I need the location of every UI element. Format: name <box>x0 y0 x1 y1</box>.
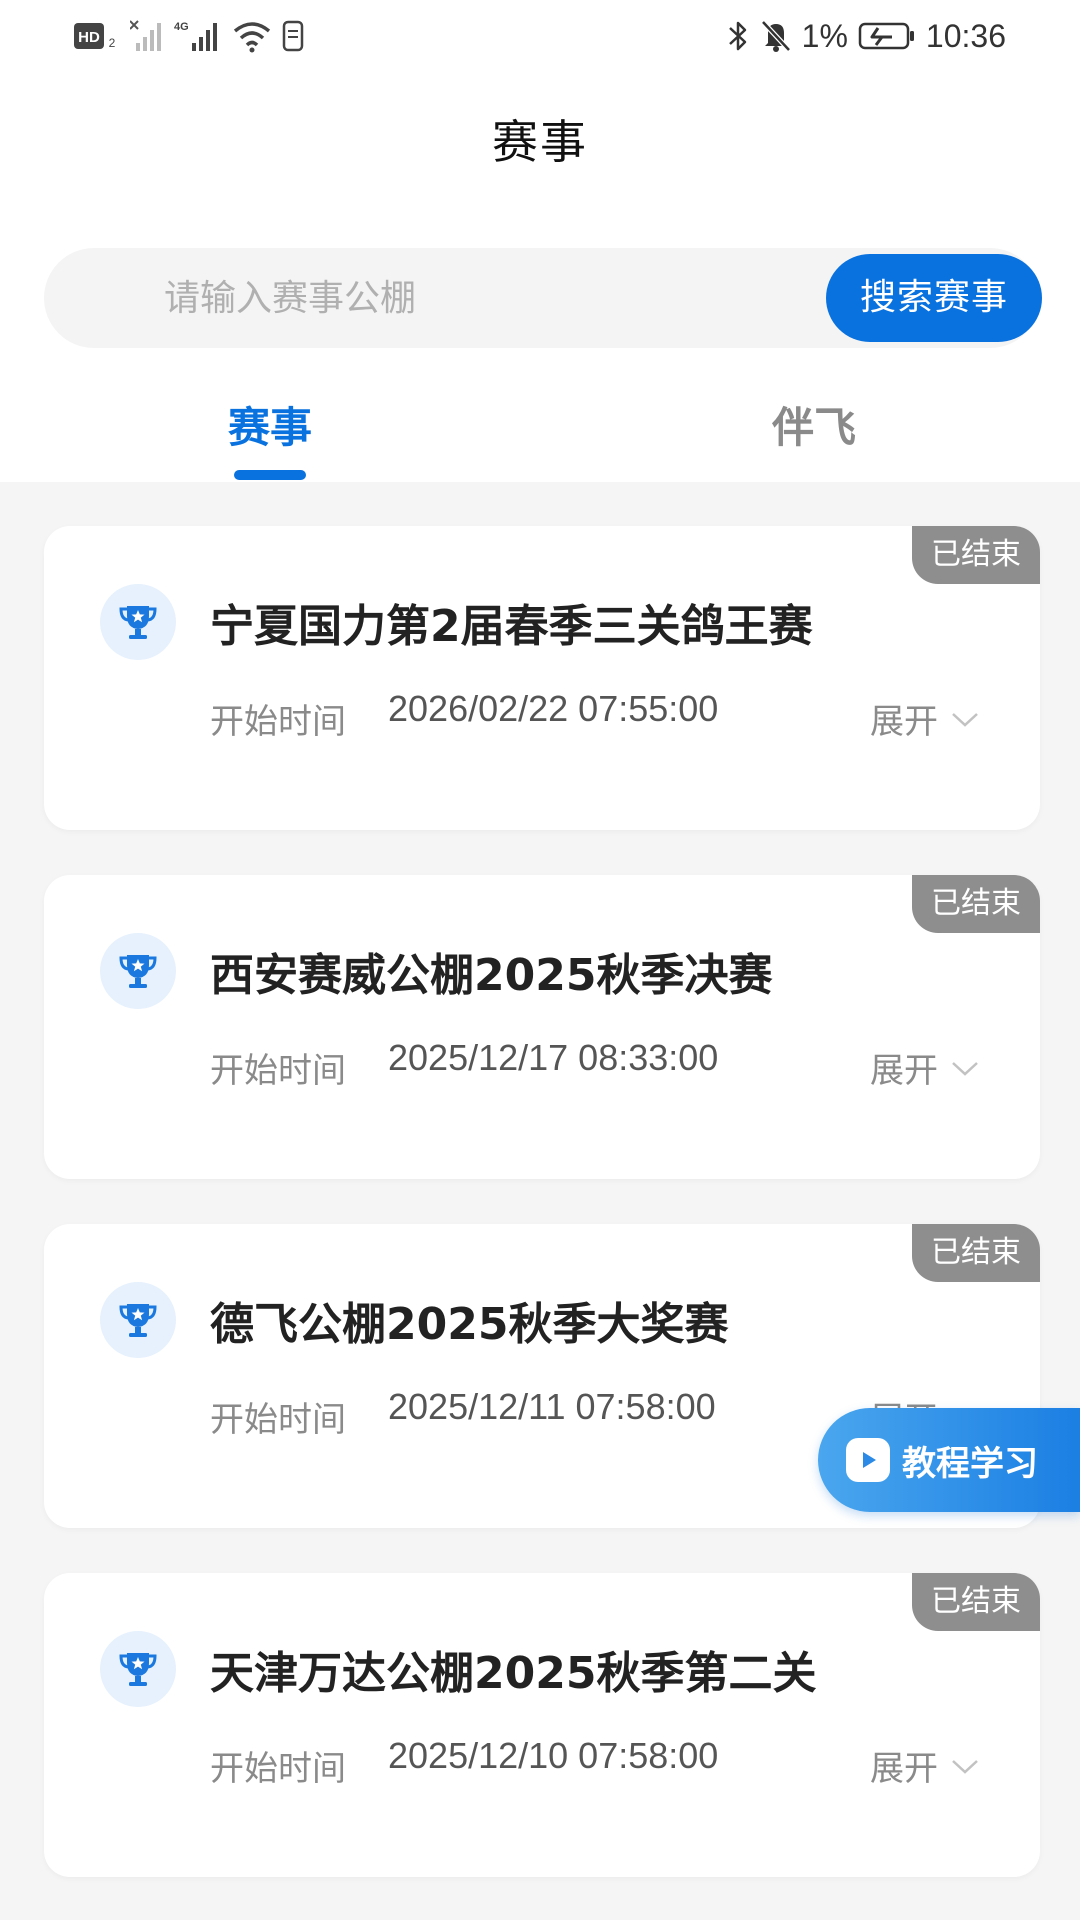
active-tab-indicator <box>234 470 306 480</box>
chevron-down-icon <box>952 1759 978 1774</box>
tutorial-label: 教程学习 <box>902 1443 1038 1484</box>
hd-icon: HD 2 <box>74 21 120 51</box>
race-title: 德飞公棚2025秋季大奖赛 <box>210 1299 729 1350</box>
start-time-value: 2025/12/11 07:58:00 <box>388 1386 716 1427</box>
search-button[interactable]: 搜索赛事 <box>826 254 1042 342</box>
status-bar: HD 2 4G 1% 10:36 <box>0 0 1080 72</box>
tab-events[interactable]: 赛事 <box>120 394 420 455</box>
race-title: 西安赛威公棚2025秋季决赛 <box>210 950 773 1001</box>
tutorial-button[interactable]: 教程学习 <box>818 1408 1080 1512</box>
expand-toggle[interactable]: 展开 <box>870 1741 980 1790</box>
race-title: 天津万达公棚2025秋季第二关 <box>210 1648 817 1699</box>
status-bar-right: 1% 10:36 <box>726 14 1006 58</box>
clock: 10:36 <box>925 17 1006 54</box>
wifi-icon <box>232 19 272 53</box>
bluetooth-icon <box>726 19 750 53</box>
tab-bar: 赛事 伴飞 <box>0 370 1080 482</box>
app-header: 赛事 <box>0 72 1080 200</box>
start-time-label: 开始时间 <box>210 1051 346 1091</box>
hd-label: HD <box>78 29 100 46</box>
trophy-icon <box>100 933 176 1009</box>
play-icon <box>846 1438 890 1482</box>
expand-toggle[interactable]: 展开 <box>870 694 980 743</box>
trophy-icon <box>100 1282 176 1358</box>
expand-toggle[interactable]: 展开 <box>870 1043 980 1092</box>
start-time-label: 开始时间 <box>210 1400 346 1440</box>
chevron-down-icon <box>952 1061 978 1076</box>
chevron-down-icon <box>952 712 978 727</box>
network-label: 4G <box>174 21 189 33</box>
status-badge: 已结束 <box>912 526 1040 584</box>
race-card[interactable]: 已结束 西安赛威公棚2025秋季决赛 开始时间 2025/12/17 08:33… <box>44 875 1040 1179</box>
race-card[interactable]: 已结束 天津万达公棚2025秋季第二关 开始时间 2025/12/10 07:5… <box>44 1573 1040 1877</box>
battery-percent: 1% <box>801 17 848 54</box>
start-time-value: 2025/12/17 08:33:00 <box>388 1037 719 1078</box>
status-badge: 已结束 <box>912 875 1040 933</box>
trophy-icon <box>100 584 176 660</box>
race-card[interactable]: 已结束 宁夏国力第2届春季三关鸽王赛 开始时间 2026/02/22 07:55… <box>44 526 1040 830</box>
sim-icon <box>282 20 304 52</box>
race-list: 已结束 宁夏国力第2届春季三关鸽王赛 开始时间 2026/02/22 07:55… <box>0 482 1080 1920</box>
search-bar: 搜索赛事 <box>44 248 1042 348</box>
mute-bell-icon <box>760 19 792 53</box>
status-badge: 已结束 <box>912 1224 1040 1282</box>
page-title: 赛事 <box>492 115 588 169</box>
expand-label: 展开 <box>870 1051 938 1091</box>
start-time-label: 开始时间 <box>210 1749 346 1789</box>
status-badge: 已结束 <box>912 1573 1040 1631</box>
expand-label: 展开 <box>870 1749 938 1789</box>
race-title: 宁夏国力第2届春季三关鸽王赛 <box>210 601 813 652</box>
svg-text:2: 2 <box>109 36 116 50</box>
tab-companion-flight[interactable]: 伴飞 <box>664 394 964 455</box>
trophy-icon <box>100 1631 176 1707</box>
battery-charging-icon <box>858 21 916 51</box>
start-time-value: 2025/12/10 07:58:00 <box>388 1735 719 1776</box>
search-area: 搜索赛事 <box>0 200 1080 370</box>
start-time-label: 开始时间 <box>210 702 346 742</box>
start-time-value: 2026/02/22 07:55:00 <box>388 688 719 729</box>
no-signal-icon <box>130 19 164 53</box>
expand-label: 展开 <box>870 702 938 742</box>
status-bar-left: HD 2 4G <box>74 18 304 54</box>
signal-4g-icon: 4G <box>174 19 222 53</box>
search-input[interactable] <box>164 248 844 348</box>
